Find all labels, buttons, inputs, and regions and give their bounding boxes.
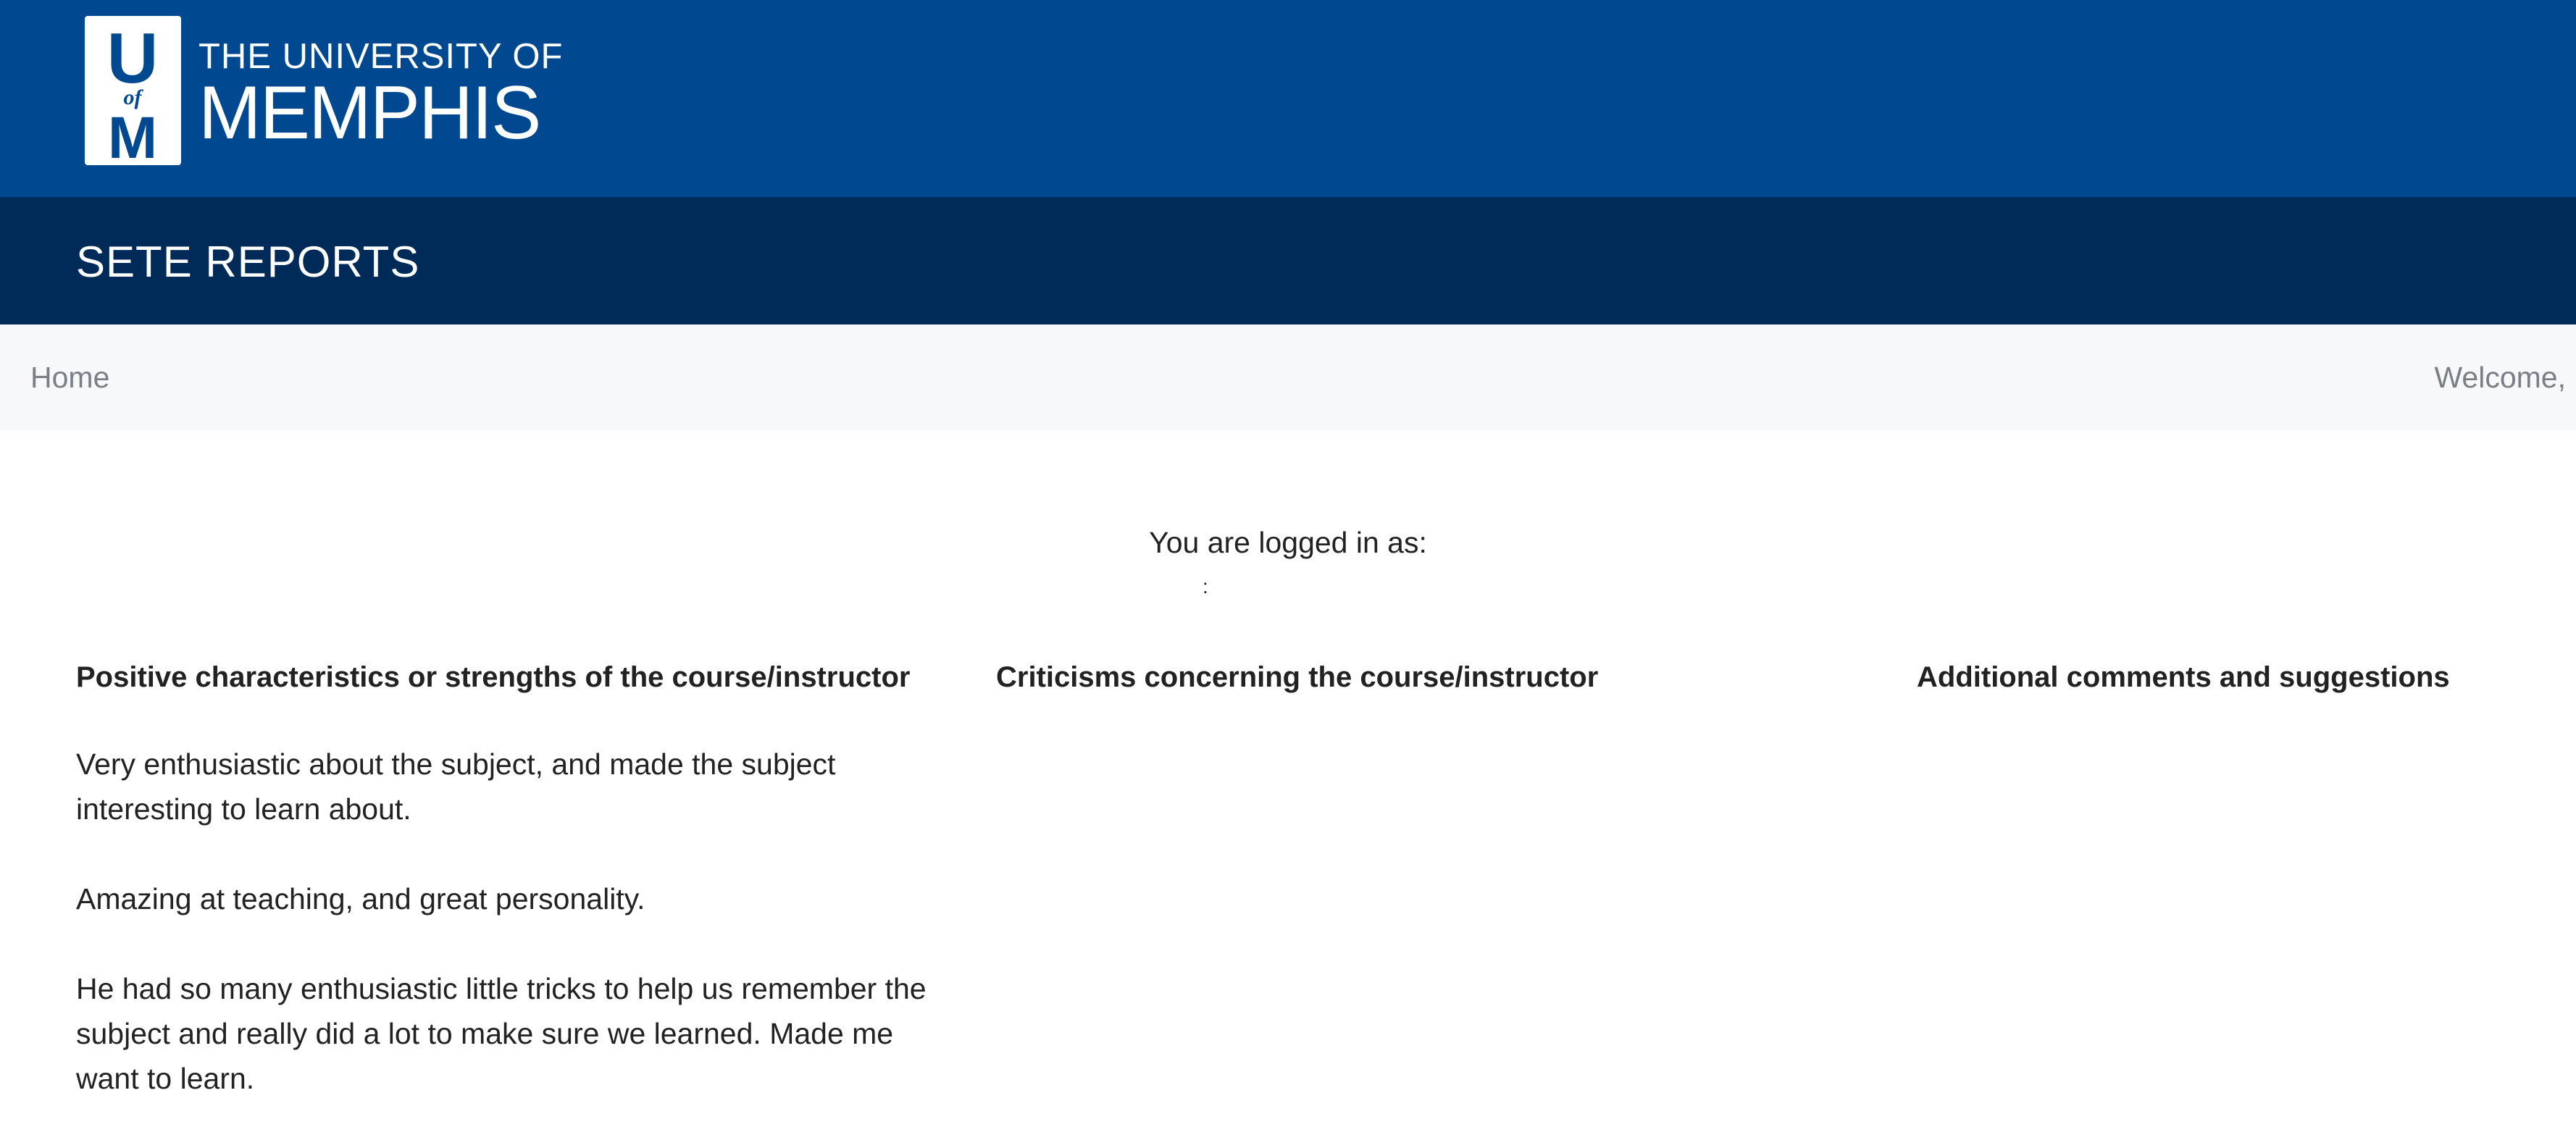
nav-home-link[interactable]: Home: [30, 356, 109, 398]
comment-list: Very enthusiastic about the subject, and…: [76, 742, 953, 1101]
university-logo[interactable]: U of M THE UNIVERSITY OF MEMPHIS: [85, 16, 562, 165]
column-criticisms: Criticisms concerning the course/instruc…: [996, 652, 1873, 703]
column-strengths: Positive characteristics or strengths of…: [76, 652, 953, 1101]
column-additional-comments: Additional comments and suggestions: [1917, 652, 2576, 703]
brand-header: U of M THE UNIVERSITY OF MEMPHIS: [0, 0, 2576, 197]
welcome-text: Welcome,: [2434, 361, 2566, 394]
login-user-name: :: [1203, 575, 1208, 598]
logo-mark-bottom: M: [108, 105, 157, 165]
column-heading: Criticisms concerning the course/instruc…: [996, 661, 1599, 693]
column-heading: Additional comments and suggestions: [1917, 661, 2450, 693]
comment-item: Very enthusiastic about the subject, and…: [76, 747, 836, 826]
university-logo-mark: U of M: [85, 16, 181, 165]
wordmark-line-2: MEMPHIS: [198, 71, 541, 155]
column-heading: Positive characteristics or strengths of…: [76, 661, 911, 693]
nav-bar: Home Welcome,: [0, 324, 2576, 430]
comment-item: Amazing at teaching, and great personali…: [76, 882, 645, 916]
app-title: SETE REPORTS: [76, 238, 420, 286]
comment-item: He had so many enthusiastic little trick…: [76, 972, 927, 1095]
login-status-label: You are logged in as:: [1149, 526, 1427, 559]
university-wordmark: THE UNIVERSITY OF MEMPHIS: [198, 36, 563, 151]
app-title-bar: SETE REPORTS: [0, 197, 2576, 324]
